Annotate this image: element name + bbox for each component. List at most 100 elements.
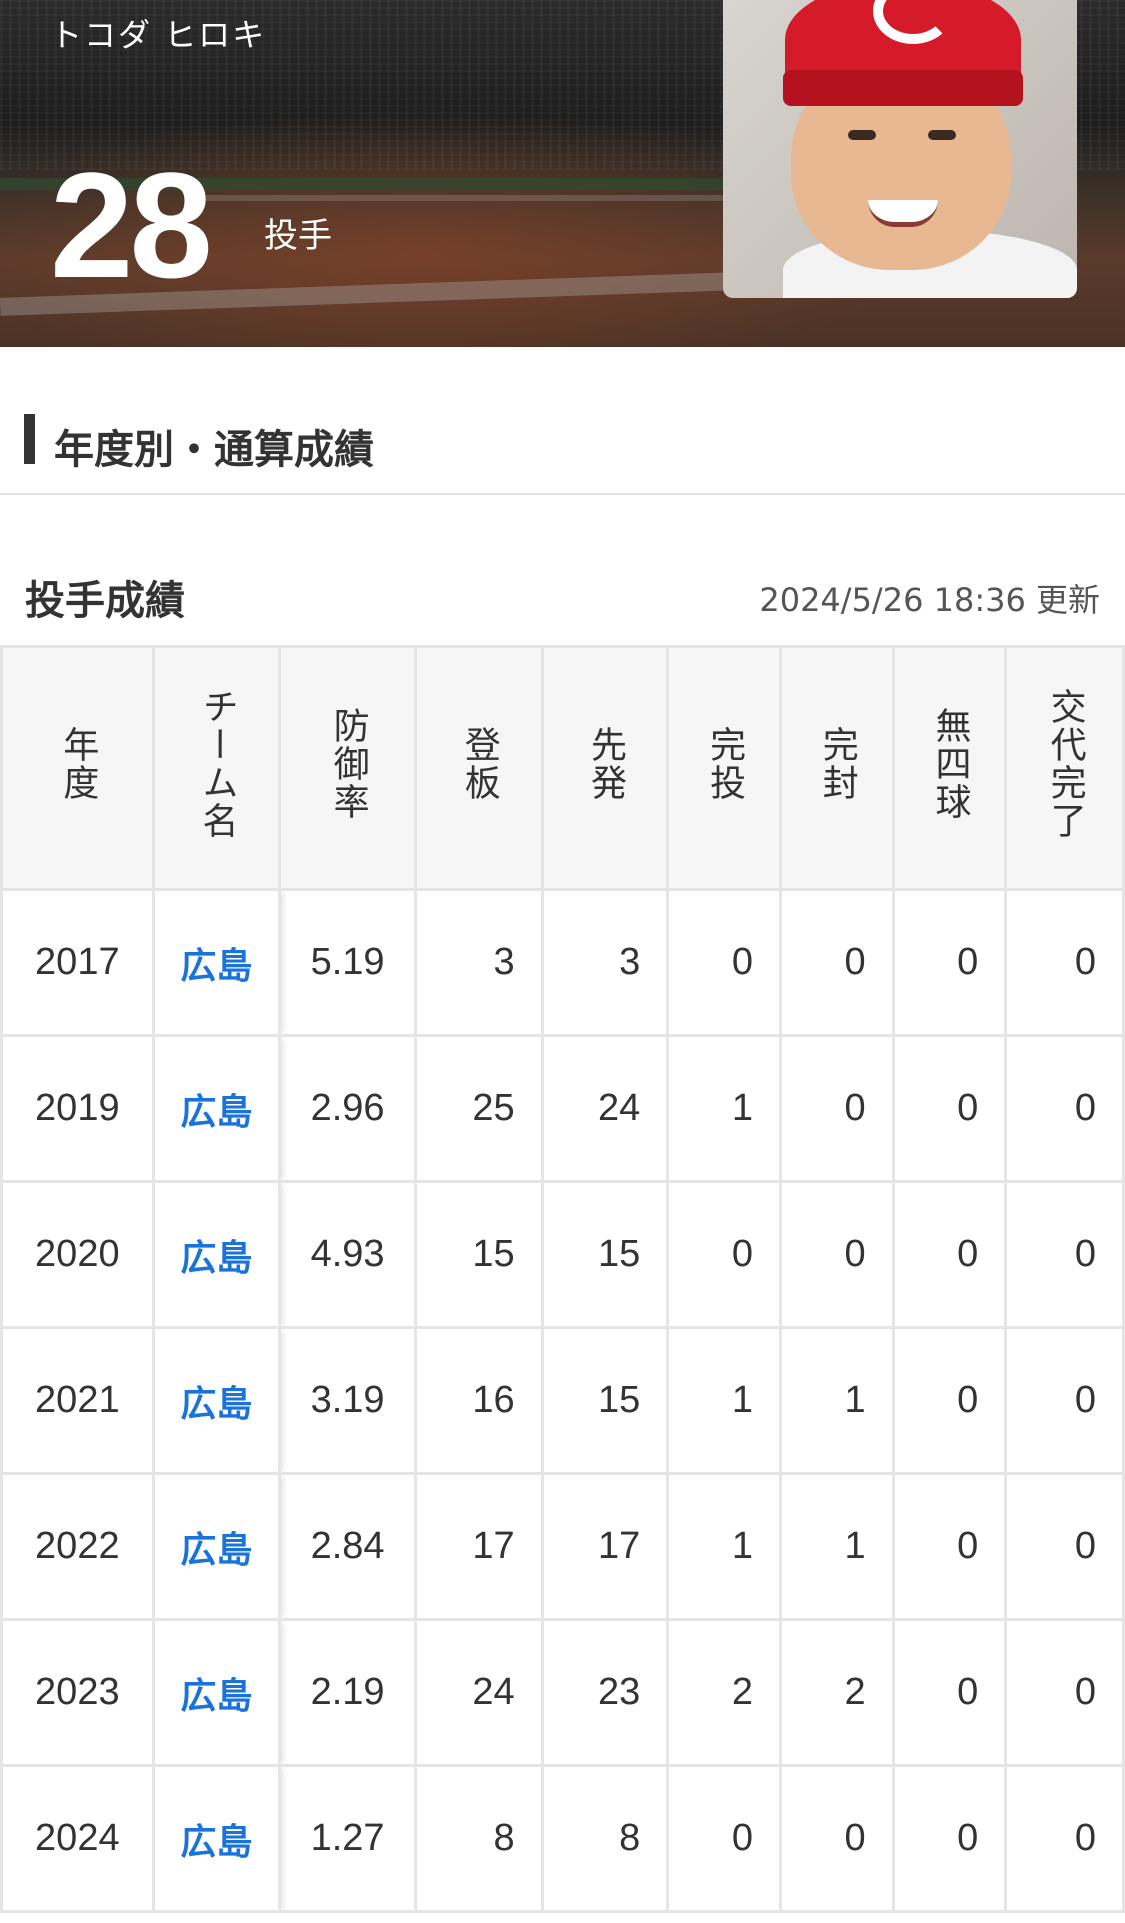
pitching-title: 投手成績: [25, 578, 185, 624]
cell-year: 2017: [0, 888, 155, 1037]
cell-era: 2.84: [278, 1472, 417, 1621]
team-link[interactable]: 広島: [180, 1238, 252, 1279]
cell-era: 5.19: [278, 888, 417, 1037]
cell-games-finished: 0: [1004, 1034, 1125, 1183]
col-header-games-finished: 交代完了: [1004, 645, 1125, 891]
cell-shutouts: 0: [778, 1180, 895, 1329]
team-link[interactable]: 広島: [180, 1822, 252, 1863]
table-row: 2019 広島 2.96 25 24 1 0 0 0: [0, 1034, 1125, 1183]
cell-games: 24: [413, 1618, 544, 1767]
team-link[interactable]: 広島: [180, 1530, 252, 1571]
photo-eye: [848, 130, 876, 140]
player-kana-name: トコダ ヒロキ: [50, 16, 267, 54]
player-photo: [723, 0, 1077, 298]
cell-games: 17: [413, 1472, 544, 1621]
cell-starts: 15: [540, 1180, 670, 1329]
cell-starts: 24: [540, 1034, 670, 1183]
pitching-subheader: 投手成績 2024/5/26 18:36 更新: [0, 533, 1125, 645]
cell-era: 4.93: [278, 1180, 417, 1329]
col-header-no-walks: 無四球: [891, 645, 1008, 891]
table-row: 2022 広島 2.84 17 17 1 1 0 0: [0, 1472, 1125, 1621]
cell-games: 25: [413, 1034, 544, 1183]
cell-games-finished: 0: [1004, 1180, 1125, 1329]
col-header-starts: 先発: [540, 645, 670, 891]
cell-no-walks: 0: [891, 1326, 1008, 1475]
cell-games: 3: [413, 888, 544, 1037]
cell-games-finished: 0: [1004, 1764, 1125, 1913]
cell-team: 広島: [151, 1472, 282, 1621]
cell-year: 2020: [0, 1180, 155, 1329]
cell-era: 2.19: [278, 1618, 417, 1767]
table-row: 2023 広島 2.19 24 23 2 2 0 0: [0, 1618, 1125, 1767]
cell-games-finished: 0: [1004, 1326, 1125, 1475]
cell-games: 15: [413, 1180, 544, 1329]
cell-starts: 8: [540, 1764, 670, 1913]
col-header-label: 年度: [57, 725, 99, 802]
team-link[interactable]: 広島: [180, 1092, 252, 1133]
table-row: 2017 広島 5.19 3 3 0 0 0 0: [0, 888, 1125, 1037]
cell-era: 2.96: [278, 1034, 417, 1183]
cell-complete-games: 0: [666, 888, 782, 1037]
cell-year: 2022: [0, 1472, 155, 1621]
cell-era: 1.27: [278, 1764, 417, 1913]
photo-cap-brim: [783, 70, 1023, 106]
cell-team: 広島: [151, 1326, 282, 1475]
cell-games: 8: [413, 1764, 544, 1913]
col-header-team: チーム名: [151, 645, 282, 891]
cell-team: 広島: [151, 1180, 282, 1329]
cell-complete-games: 1: [666, 1472, 782, 1621]
cell-no-walks: 0: [891, 1034, 1008, 1183]
cell-year: 2019: [0, 1034, 155, 1183]
cell-games-finished: 0: [1004, 888, 1125, 1037]
cell-year: 2023: [0, 1618, 155, 1767]
col-header-label: 交代完了: [1044, 687, 1086, 840]
col-header-label: 先発: [584, 725, 626, 802]
table-row: 2020 広島 4.93 15 15 0 0 0 0: [0, 1180, 1125, 1329]
col-header-games: 登板: [413, 645, 544, 891]
cell-shutouts: 2: [778, 1618, 895, 1767]
cell-no-walks: 0: [891, 1764, 1008, 1913]
team-link[interactable]: 広島: [180, 1676, 252, 1717]
cell-no-walks: 0: [891, 888, 1008, 1037]
col-header-year: 年度: [0, 645, 155, 891]
cell-no-walks: 0: [891, 1618, 1008, 1767]
pitching-stats-table: 年度 チーム名 防御率 登板 先発 完投 完封 無四球 交代完了 2017 広島…: [0, 645, 1125, 1913]
cell-starts: 15: [540, 1326, 670, 1475]
cell-complete-games: 1: [666, 1326, 782, 1475]
cell-shutouts: 0: [778, 1034, 895, 1183]
team-link[interactable]: 広島: [180, 946, 252, 987]
cell-team: 広島: [151, 888, 282, 1037]
cell-shutouts: 0: [778, 888, 895, 1037]
cell-complete-games: 0: [666, 1764, 782, 1913]
col-header-era: 防御率: [278, 645, 417, 891]
cell-starts: 23: [540, 1618, 670, 1767]
col-header-label: 無四球: [929, 706, 971, 821]
cell-team: 広島: [151, 1764, 282, 1913]
table-header-row: 年度 チーム名 防御率 登板 先発 完投 完封 無四球 交代完了: [0, 645, 1125, 891]
cell-games-finished: 0: [1004, 1472, 1125, 1621]
col-header-label: 登板: [458, 725, 500, 802]
photo-eye: [928, 130, 956, 140]
cell-complete-games: 1: [666, 1034, 782, 1183]
section-header: 年度別・通算成績: [0, 347, 1125, 495]
cell-starts: 17: [540, 1472, 670, 1621]
cell-year: 2021: [0, 1326, 155, 1475]
col-header-shutouts: 完封: [778, 645, 895, 891]
team-link[interactable]: 広島: [180, 1384, 252, 1425]
cell-games-finished: 0: [1004, 1618, 1125, 1767]
cell-games: 16: [413, 1326, 544, 1475]
col-header-label: 完投: [704, 725, 746, 802]
cell-no-walks: 0: [891, 1180, 1008, 1329]
col-header-label: 防御率: [327, 706, 369, 821]
table-row: 2021 広島 3.19 16 15 1 1 0 0: [0, 1326, 1125, 1475]
col-header-complete-games: 完投: [666, 645, 782, 891]
cell-starts: 3: [540, 888, 670, 1037]
pitching-table-container[interactable]: 年度 チーム名 防御率 登板 先発 完投 完封 無四球 交代完了 2017 広島…: [0, 645, 1125, 1923]
player-position: 投手: [264, 216, 332, 256]
section-accent-bar: [24, 414, 35, 464]
updated-timestamp: 2024/5/26 18:36 更新: [759, 581, 1100, 619]
cell-complete-games: 2: [666, 1618, 782, 1767]
cell-complete-games: 0: [666, 1180, 782, 1329]
cell-shutouts: 0: [778, 1764, 895, 1913]
uniform-number: 28: [50, 141, 213, 309]
